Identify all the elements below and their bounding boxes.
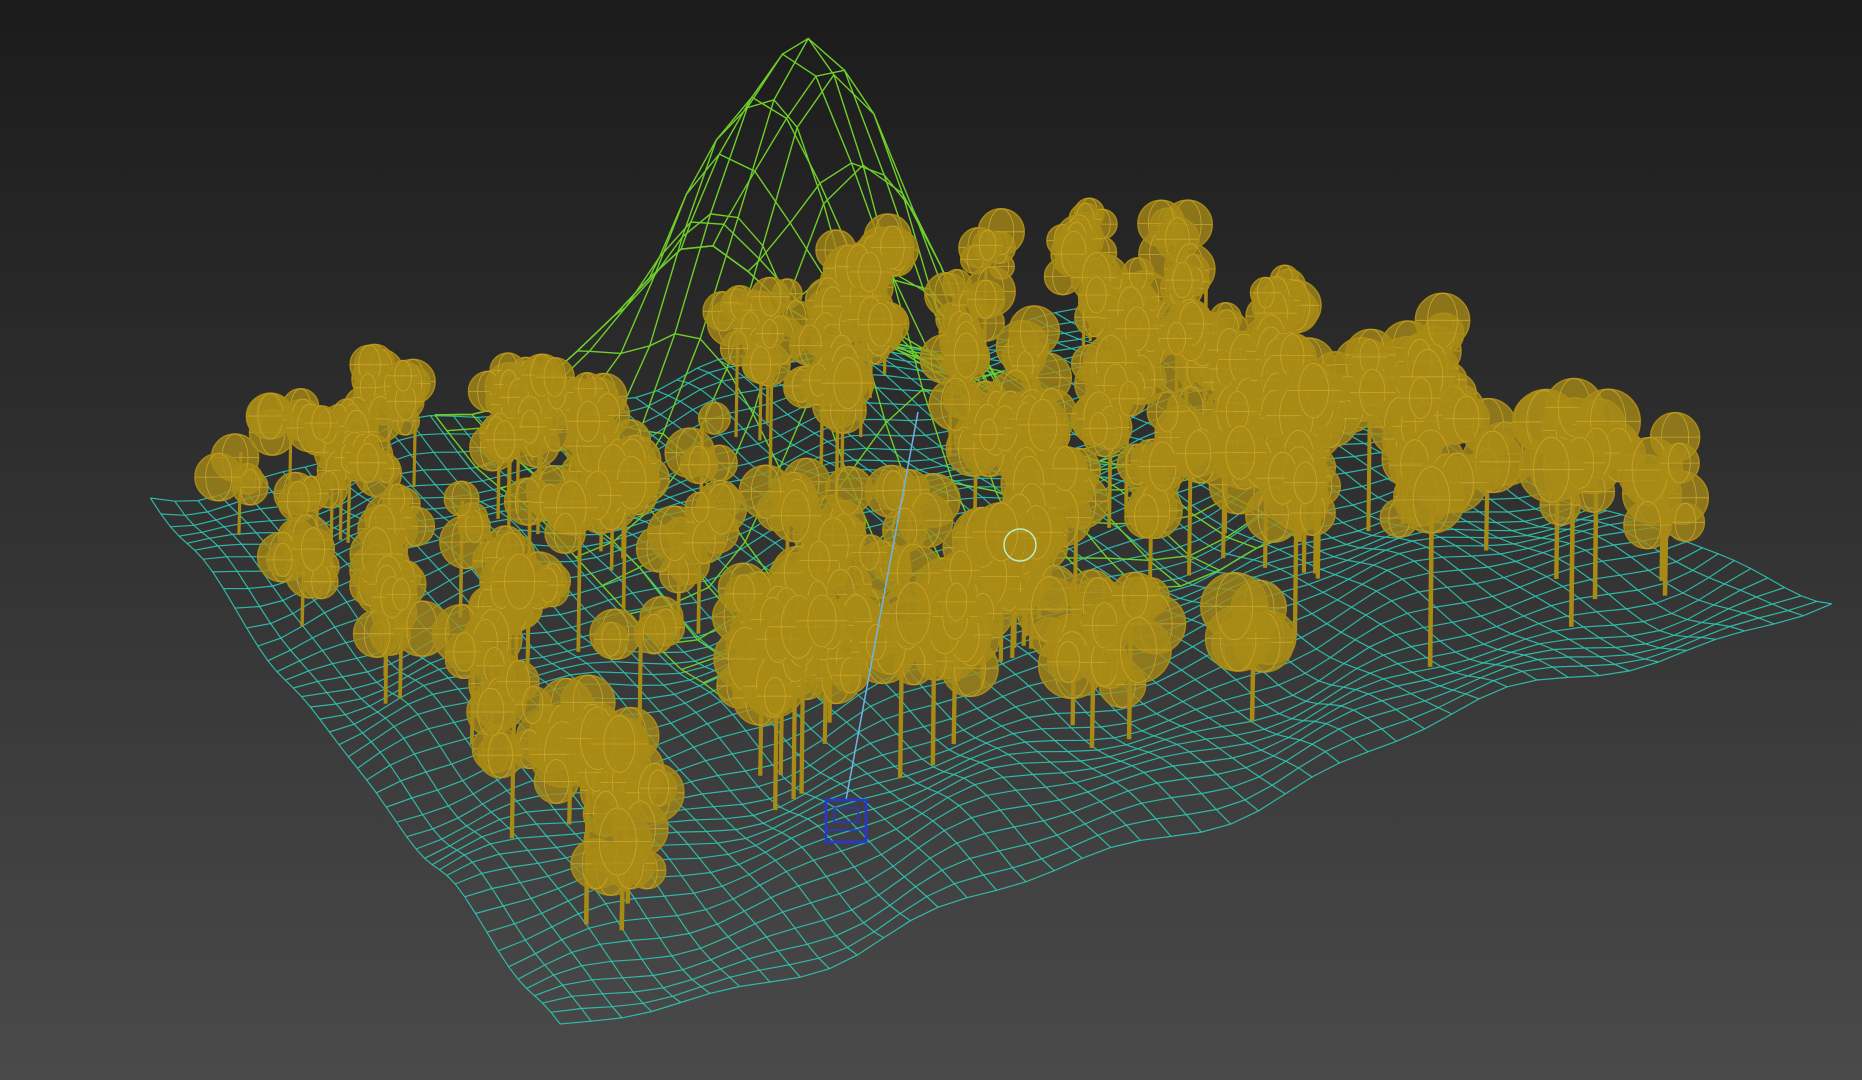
3d-viewport[interactable] <box>0 0 1862 1080</box>
viewport-canvas[interactable] <box>0 0 1862 1080</box>
